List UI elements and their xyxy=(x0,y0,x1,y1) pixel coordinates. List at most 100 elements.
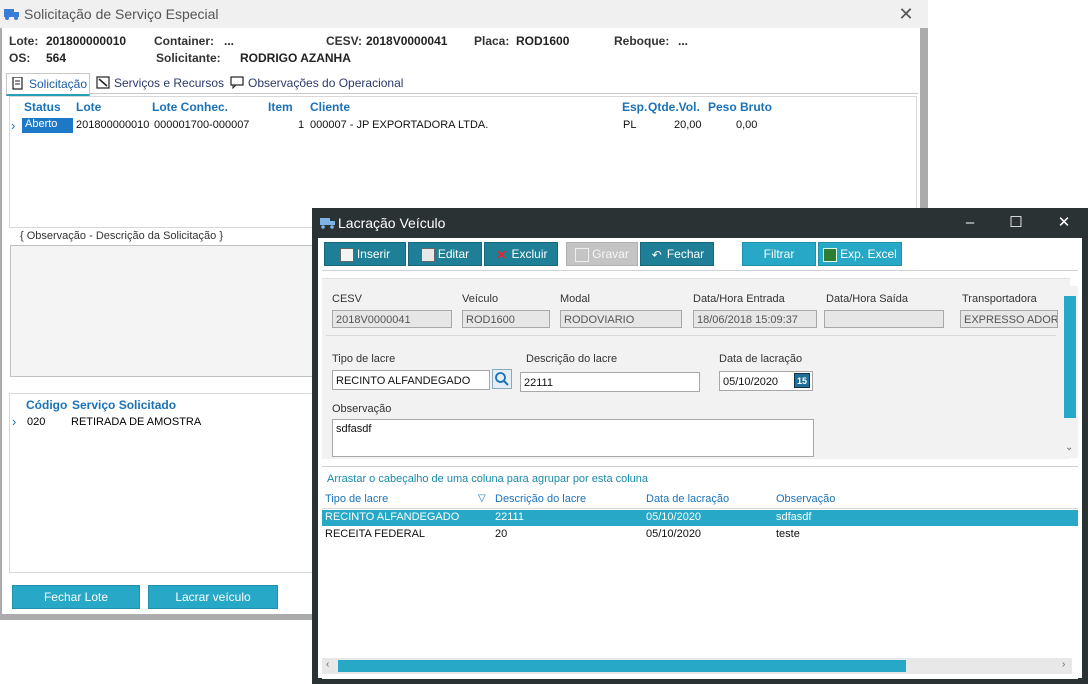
reboque-label: Reboque: xyxy=(614,34,670,48)
column-header[interactable]: Código xyxy=(26,398,67,412)
item-cell: 1 xyxy=(298,119,305,131)
toolbar: Inserir Editar ✕ Excluir Gravar ↶ Fechar F… xyxy=(322,240,1078,271)
scrollbar-thumb[interactable] xyxy=(1064,296,1076,418)
column-header[interactable]: Lote Conhec. xyxy=(152,100,228,114)
close-icon[interactable]: ✕ xyxy=(1050,212,1078,234)
column-header[interactable]: Cliente xyxy=(310,100,350,114)
gravar-label: Gravar xyxy=(592,247,629,261)
lote-label: Lote: xyxy=(9,34,39,48)
cesv-field[interactable]: 2018V0000041 xyxy=(332,310,452,328)
tab-solicitacao[interactable]: Solicitação xyxy=(6,73,90,96)
scrollbar-thumb[interactable] xyxy=(338,660,906,672)
tab-label: Solicitação xyxy=(29,77,88,91)
observacao-cell: teste xyxy=(776,528,800,540)
fechar-lote-button[interactable]: Fechar Lote xyxy=(12,585,140,609)
calendar-icon[interactable]: 15 xyxy=(794,373,810,388)
inserir-button[interactable]: Inserir xyxy=(324,242,406,266)
editar-label: Editar xyxy=(437,247,470,261)
qtde-vol-cell: 20,00 xyxy=(674,119,702,131)
seal-grid: Arrastar o cabeçalho de uma coluna para … xyxy=(322,466,1078,679)
tab-servicos-recursos[interactable]: Serviços e Recursos xyxy=(92,73,240,93)
transportadora-field[interactable]: EXPRESSO ADORNO xyxy=(960,310,1058,328)
table-row[interactable]: › Aberto 201800000010 000001700-000007 1… xyxy=(10,117,790,134)
modal-label: Modal xyxy=(560,293,590,305)
modal-field[interactable]: RODOVIARIO xyxy=(560,310,682,328)
save-icon xyxy=(575,247,590,262)
divider xyxy=(322,508,1078,509)
descricao-lacre-input[interactable]: 22111 xyxy=(520,372,700,392)
data-cell: 05/10/2020 xyxy=(646,528,702,540)
comment-icon xyxy=(230,76,244,89)
tipo-lacre-input[interactable]: RECINTO ALFANDEGADO xyxy=(332,370,490,390)
column-header[interactable]: Item xyxy=(268,100,293,114)
observacao-input[interactable]: sdfasdf xyxy=(332,419,814,457)
data-lacracao-label: Data de lacração xyxy=(719,353,803,365)
lacrar-veiculo-button[interactable]: Lacrar veículo xyxy=(148,585,278,609)
veiculo-field[interactable]: ROD1600 xyxy=(462,310,550,328)
minimize-icon[interactable]: – xyxy=(956,212,984,234)
table-row[interactable]: RECINTO ALFANDEGADO 22111 05/10/2020 sdf… xyxy=(322,510,1078,526)
saida-field[interactable] xyxy=(824,310,944,328)
column-header-descricao[interactable]: Descrição do lacre xyxy=(495,493,586,505)
tab-label: Observações do Operacional xyxy=(248,76,404,90)
column-header-data[interactable]: Data de lacração xyxy=(646,493,729,505)
fechar-label: Fechar xyxy=(666,247,705,261)
table-row[interactable]: RECEITA FEDERAL 20 05/10/2020 teste xyxy=(322,527,1078,543)
column-header[interactable]: Lote xyxy=(76,100,101,114)
entrada-field[interactable]: 18/06/2018 15:09:37 xyxy=(693,310,817,328)
row-indicator-icon: › xyxy=(11,118,16,133)
tab-observacoes-operacional[interactable]: Observações do Operacional xyxy=(226,73,416,93)
scroll-left-icon[interactable]: ‹ xyxy=(326,659,329,670)
observacao-cell: sdfasdf xyxy=(776,511,812,523)
column-header[interactable]: Peso Bruto xyxy=(708,100,772,114)
filtrar-label: Filtrar xyxy=(763,247,795,261)
solicitante-label: Solicitante: xyxy=(156,51,221,65)
descricao-lacre-label: Descrição do lacre xyxy=(526,353,618,365)
tab-strip: Solicitação Serviços e Recursos Observaç… xyxy=(6,73,918,96)
os-label: OS: xyxy=(9,51,31,65)
fechar-button[interactable]: ↶ Fechar xyxy=(640,242,714,266)
horizontal-scrollbar[interactable]: ‹ › xyxy=(322,658,1072,674)
scroll-right-icon[interactable]: › xyxy=(1062,659,1065,670)
editar-button[interactable]: Editar xyxy=(408,242,482,266)
tipo-cell: RECINTO ALFANDEGADO xyxy=(325,511,460,523)
search-button[interactable] xyxy=(492,369,512,389)
saida-label: Data/Hora Saída xyxy=(826,293,908,305)
lacracao-dialog: Lacração Veículo – ☐ ✕ Inserir Editar ✕ E… xyxy=(312,208,1088,684)
solicitante-value: RODRIGO AZANHA xyxy=(240,51,351,65)
document-icon xyxy=(12,77,23,90)
tab-label: Serviços e Recursos xyxy=(114,76,225,90)
truck-icon xyxy=(4,9,19,20)
column-header-observacao[interactable]: Observação xyxy=(776,493,835,505)
placa-label: Placa: xyxy=(474,34,510,48)
column-header[interactable]: Serviço Solicitado xyxy=(72,398,176,412)
cliente-cell: 000007 - JP EXPORTADORA LTDA. xyxy=(310,119,489,131)
excluir-button[interactable]: ✕ Excluir xyxy=(484,242,558,266)
filter-icon[interactable]: ▽ xyxy=(478,493,486,504)
data-cell: 05/10/2020 xyxy=(646,511,702,523)
row-indicator-icon: › xyxy=(12,414,17,429)
tipo-cell: RECEITA FEDERAL xyxy=(325,528,426,540)
lote-cell: 201800000010 xyxy=(76,119,150,131)
filtrar-button[interactable]: Filtrar xyxy=(742,242,816,266)
peso-bruto-cell: 0,00 xyxy=(736,119,758,131)
container-value: ... xyxy=(224,34,235,48)
vertical-scrollbar[interactable]: ⌄ xyxy=(1062,286,1078,458)
column-header[interactable]: Qtde.Vol. xyxy=(648,100,700,114)
close-icon[interactable]: ✕ xyxy=(896,4,916,24)
entrada-label: Data/Hora Entrada xyxy=(693,293,785,305)
divider xyxy=(326,335,1056,336)
esp-cell: PL xyxy=(623,119,637,131)
scroll-down-icon[interactable]: ⌄ xyxy=(1065,442,1073,453)
window-title: Solicitação de Serviço Especial xyxy=(24,6,219,22)
column-header-tipo[interactable]: Tipo de lacre xyxy=(325,493,388,505)
exp-excel-button[interactable]: Exp. Excel xyxy=(818,242,902,266)
maximize-icon[interactable]: ☐ xyxy=(1002,212,1030,234)
table-row[interactable]: › 020 RETIRADA DE AMOSTRA xyxy=(10,414,310,430)
column-header[interactable]: Esp. xyxy=(622,100,647,114)
column-header[interactable]: Status xyxy=(24,100,61,114)
gravar-button[interactable]: Gravar xyxy=(566,242,638,266)
lote-conhec-cell: 000001700-000007 xyxy=(154,119,250,131)
group-by-hint[interactable]: Arrastar o cabeçalho de uma coluna para … xyxy=(327,473,648,485)
reboque-value: ... xyxy=(678,34,689,48)
